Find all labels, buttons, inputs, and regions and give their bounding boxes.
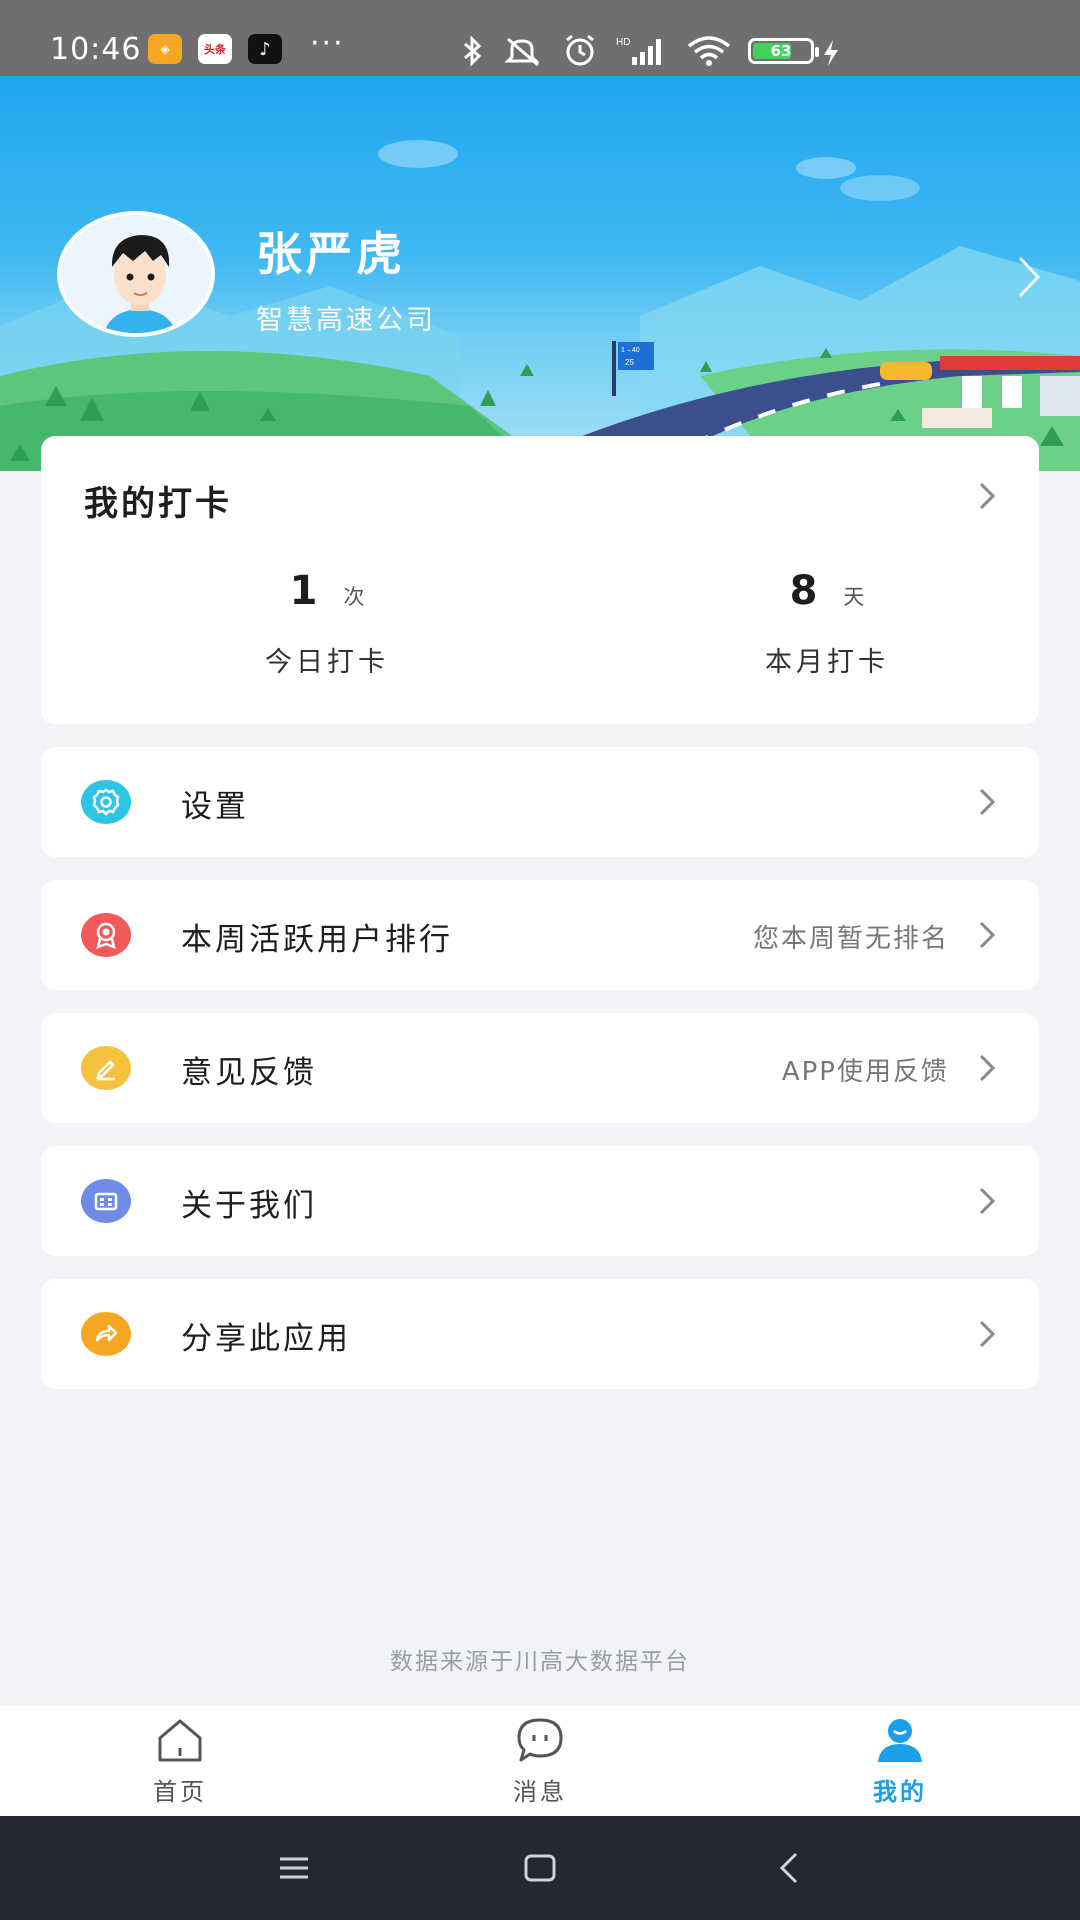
home-button-icon[interactable] [518, 1846, 562, 1890]
signal-icon: HD [616, 37, 661, 65]
menu-item-feedback[interactable]: 意见反馈 APP使用反馈 [41, 1013, 1039, 1123]
menu-label: 关于我们 [181, 1188, 317, 1224]
bottom-tab-bar: 首页 消息 我的 [0, 1706, 1080, 1816]
today-checkin-stat: 1 次 今日打卡 [217, 568, 437, 679]
svg-text:25: 25 [625, 358, 634, 367]
chevron-right-icon[interactable] [977, 478, 999, 514]
menu-label: 意见反馈 [181, 1055, 317, 1091]
month-checkin-count: 8 [789, 568, 818, 614]
svg-text:HD: HD [616, 37, 630, 48]
building-icon [81, 1179, 131, 1223]
more-notifications-icon: ··· [310, 26, 345, 61]
home-icon [158, 1719, 202, 1762]
month-checkin-stat: 8 天 本月打卡 [717, 568, 937, 679]
checkin-card[interactable]: 我的打卡 1 次 今日打卡 8 天 本月打卡 [41, 436, 1039, 724]
tab-messages[interactable]: 消息 [440, 1706, 640, 1816]
chevron-right-icon [979, 1320, 996, 1348]
menu-icon[interactable] [272, 1846, 316, 1890]
avatar[interactable] [57, 211, 215, 337]
app-notification-icon: ◈ [148, 34, 182, 64]
mute-icon [504, 37, 540, 67]
menu-label: 本周活跃用户排行 [181, 922, 453, 958]
menu-extra: 您本周暂无排名 [752, 924, 949, 954]
battery-level: 63 [770, 42, 792, 60]
svg-text:1→40: 1→40 [621, 347, 640, 354]
back-icon[interactable] [768, 1846, 812, 1890]
chevron-right-icon [979, 788, 996, 816]
bluetooth-icon [464, 35, 482, 67]
message-icon [517, 1718, 563, 1762]
menu-label: 分享此应用 [181, 1321, 351, 1357]
status-bar: 10:46 ◈ 头条 ♪ ··· HD 63 [0, 0, 1080, 76]
checkin-title: 我的打卡 [84, 484, 232, 524]
menu-item-weekly-ranking[interactable]: 本周活跃用户排行 您本周暂无排名 [41, 880, 1039, 990]
tab-label: 我的 [873, 1778, 927, 1806]
menu-item-share-app[interactable]: 分享此应用 [41, 1279, 1039, 1389]
menu-item-settings[interactable]: 设置 [41, 747, 1039, 857]
wifi-icon [687, 36, 731, 66]
month-checkin-unit: 天 [843, 585, 865, 609]
user-icon [878, 1719, 922, 1762]
chevron-right-icon [979, 1187, 996, 1215]
system-navigation-bar [0, 1816, 1080, 1920]
news-app-icon: 头条 [198, 34, 232, 64]
data-source-note: 数据来源于川高大数据平台 [390, 1649, 690, 1675]
alarm-icon [566, 34, 594, 66]
profile-banner[interactable]: 1→40 25 张严虎 智慧高速公司 [0, 76, 1080, 471]
user-company: 智慧高速公司 [256, 305, 436, 336]
chevron-right-icon [979, 1054, 996, 1082]
status-time: 10:46 [50, 32, 142, 67]
tab-label: 首页 [153, 1778, 207, 1806]
pen-icon [81, 1046, 131, 1090]
today-checkin-unit: 次 [343, 585, 365, 609]
chevron-right-icon[interactable] [1012, 252, 1046, 302]
tab-label: 消息 [513, 1778, 567, 1806]
gear-icon [81, 780, 131, 824]
tiktok-icon: ♪ [248, 34, 282, 64]
tab-mine[interactable]: 我的 [800, 1706, 1000, 1816]
chevron-right-icon [979, 921, 996, 949]
month-checkin-label: 本月打卡 [765, 647, 889, 678]
tab-home[interactable]: 首页 [80, 1706, 280, 1816]
award-icon [81, 913, 131, 957]
share-icon [81, 1312, 131, 1356]
today-checkin-label: 今日打卡 [265, 647, 389, 678]
today-checkin-count: 1 [289, 568, 318, 614]
menu-extra: APP使用反馈 [781, 1057, 949, 1087]
battery-icon: 63 [748, 38, 819, 64]
menu-label: 设置 [181, 789, 249, 825]
user-name: 张严虎 [256, 227, 406, 281]
menu-item-about-us[interactable]: 关于我们 [41, 1146, 1039, 1256]
charging-icon [824, 40, 838, 66]
